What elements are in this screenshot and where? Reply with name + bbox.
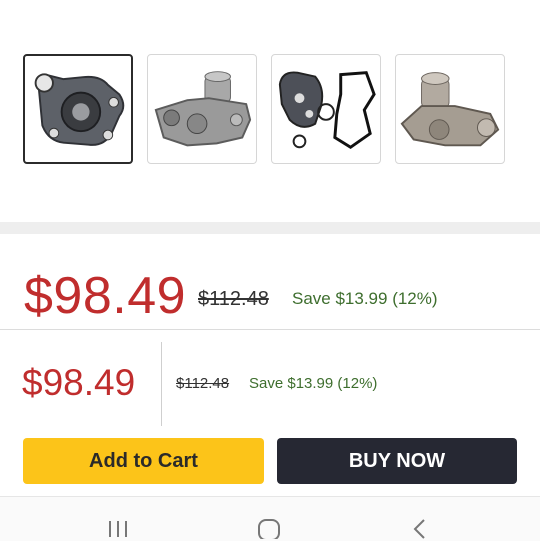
product-image-gallery	[0, 0, 540, 222]
buy-now-button[interactable]: BUY NOW	[277, 438, 517, 484]
home-icon[interactable]	[257, 519, 281, 539]
thumbnail-water-pump-gasket-kit[interactable]	[271, 54, 381, 164]
system-navigation-bar	[0, 496, 540, 541]
vertical-divider	[161, 342, 162, 426]
sticky-savings-text: Save $13.99 (12%)	[249, 375, 378, 392]
recent-apps-icon[interactable]	[107, 519, 129, 539]
thumbnail-water-pump-side[interactable]	[147, 54, 257, 164]
thumbnail-water-pump-angle[interactable]	[395, 54, 505, 164]
water-pump-front-image	[34, 73, 125, 146]
water-pump-gasket-kit-image	[278, 71, 376, 150]
sticky-current-price: $98.49	[22, 362, 136, 403]
section-divider	[0, 222, 540, 234]
price-section: $98.49 $112.48 Save $13.99 (12%)	[0, 234, 540, 330]
water-pump-side-image	[154, 71, 252, 147]
current-price: $98.49	[24, 267, 187, 325]
water-pump-angle-image	[400, 72, 500, 147]
original-price: $112.48	[198, 288, 269, 310]
add-to-cart-button[interactable]: Add to Cart	[23, 438, 264, 484]
thumbnail-water-pump-front[interactable]	[23, 54, 133, 164]
sticky-original-price: $112.48	[176, 375, 230, 392]
savings-text: Save $13.99 (12%)	[292, 289, 438, 308]
back-icon[interactable]	[412, 519, 428, 539]
sticky-purchase-bar: $98.49 $112.48 Save $13.99 (12%) Add to …	[0, 330, 540, 500]
